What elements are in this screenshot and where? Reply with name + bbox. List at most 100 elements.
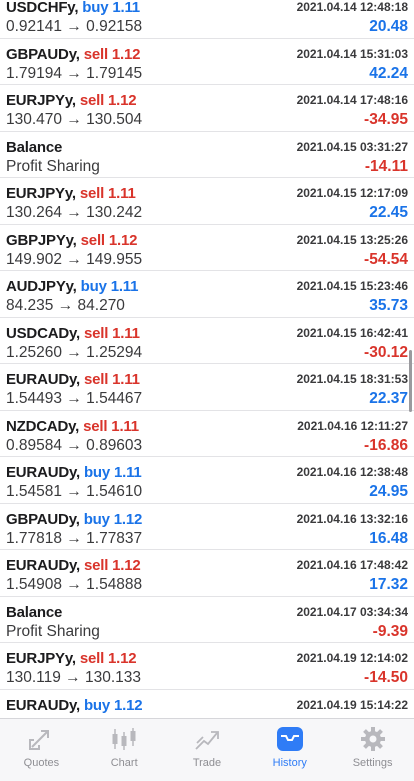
tab-trade[interactable]: Trade <box>166 719 249 781</box>
trade-prices: 1.54581 → 1.54610 <box>6 483 143 500</box>
scrollbar[interactable] <box>409 350 412 412</box>
trade-action: sell 1.11 <box>83 417 139 435</box>
trade-symbol: NZDCADy, <box>6 417 80 435</box>
trade-icon <box>193 726 221 752</box>
tab-label: Chart <box>110 757 138 769</box>
trade-prices: 0.89584 → 0.89603 <box>6 436 143 454</box>
trade-prices: Profit Sharing <box>6 157 100 175</box>
trade-datetime: 2021.04.16 13:32:16 <box>296 511 408 526</box>
history-list[interactable]: USDCHFy, buy 1.11 2021.04.14 12:48:18 0.921… <box>0 0 414 719</box>
history-row[interactable]: Balance 2021.04.17 03:34:34 Profit Sharing… <box>0 597 414 643</box>
history-row[interactable]: USDCHFy, buy 1.11 2021.04.14 12:48:18 0.921… <box>0 0 414 39</box>
history-row[interactable]: EURAUDy, sell 1.11 2021.04.15 18:31:53 1.54… <box>0 364 414 411</box>
trade-action: buy 1.12 <box>83 510 143 528</box>
history-row[interactable]: GBPAUDy, sell 1.12 2021.04.14 15:31:03 1.79… <box>0 39 414 85</box>
trade-prices: 1.54908 → 1.54888 <box>6 576 143 593</box>
trade-profit: 22.37 <box>369 390 408 407</box>
trade-title: GBPAUDy, sell 1.12 <box>6 46 140 63</box>
trade-action: buy 1.11 <box>83 464 142 481</box>
trade-symbol: EURJPYy, <box>6 650 76 667</box>
history-row[interactable]: AUDJPYy, buy 1.11 2021.04.15 15:23:46 84.23… <box>0 271 414 318</box>
trade-datetime: 2021.04.15 12:17:09 <box>296 186 408 200</box>
trade-profit: 42.24 <box>369 64 408 82</box>
trade-action: buy 1.11 <box>82 0 140 16</box>
trade-prices: 1.77818 → 1.77837 <box>6 529 143 547</box>
history-row[interactable]: EURAUDy, sell 1.12 2021.04.16 17:48:42 1.54… <box>0 550 414 597</box>
settings-icon <box>359 726 387 752</box>
trade-profit: 16.48 <box>369 529 408 547</box>
tab-chart[interactable]: Chart <box>83 719 166 781</box>
tab-history[interactable]: History <box>248 719 331 781</box>
trade-symbol: USDCHFy, <box>6 0 79 16</box>
trade-prices: 130.119 → 130.133 <box>6 669 142 686</box>
trade-symbol: GBPAUDy, <box>6 45 80 63</box>
trade-profit: 17.32 <box>369 576 408 593</box>
history-row[interactable]: Balance 2021.04.15 03:31:27 Profit Sharing… <box>0 132 414 178</box>
trade-datetime: 2021.04.16 17:48:42 <box>296 558 408 572</box>
trade-symbol: EURJPYy, <box>6 185 76 202</box>
tab-quotes[interactable]: Quotes <box>0 719 83 781</box>
trade-profit: -9.39 <box>372 622 408 640</box>
history-row[interactable]: EURJPYy, sell 1.12 2021.04.14 17:48:16 130.… <box>0 85 414 132</box>
trade-prices: Profit Sharing <box>6 622 100 640</box>
history-row[interactable]: GBPAUDy, buy 1.12 2021.04.16 13:32:16 1.778… <box>0 504 414 550</box>
trade-symbol: AUDJPYy, <box>6 278 77 295</box>
trade-profit: 35.73 <box>369 297 408 314</box>
trade-profit: -54.54 <box>364 250 408 268</box>
trade-action: sell 1.11 <box>79 185 136 202</box>
trade-title: USDCADy, sell 1.11 <box>6 325 140 342</box>
history-row[interactable]: EURJPYy, sell 1.12 2021.04.19 12:14:02 130.… <box>0 643 414 690</box>
history-row[interactable]: EURAUDy, buy 1.11 2021.04.16 12:38:48 1.545… <box>0 457 414 504</box>
trade-datetime: 2021.04.15 13:25:26 <box>296 232 408 247</box>
trade-datetime: 2021.04.14 17:48:16 <box>296 93 408 107</box>
trade-title: EURJPYy, sell 1.12 <box>6 650 137 667</box>
trade-action: sell 1.12 <box>80 231 138 249</box>
trade-title: GBPJPYy, sell 1.12 <box>6 232 137 249</box>
trade-profit: -14.11 <box>364 157 408 175</box>
tab-label: History <box>272 757 307 769</box>
trade-action: sell 1.11 <box>83 324 140 342</box>
trade-datetime: 2021.04.16 12:38:48 <box>296 465 408 479</box>
history-row[interactable]: GBPJPYy, sell 1.12 2021.04.15 13:25:26 149.… <box>0 225 414 271</box>
trade-action: buy 1.12 <box>83 696 143 714</box>
trade-title: Balance <box>6 139 62 156</box>
trade-prices: 84.235 → 84.270 <box>6 297 125 314</box>
trade-action: buy 1.11 <box>80 278 139 295</box>
trade-profit: 24.95 <box>369 483 408 500</box>
trade-title: USDCHFy, buy 1.11 <box>6 0 140 16</box>
history-row[interactable]: EURJPYy, sell 1.11 2021.04.15 12:17:09 130.… <box>0 178 414 225</box>
history-row[interactable]: EURAUDy,buy 1.122021.04.19 15:14:221.547… <box>0 690 414 720</box>
trade-prices: 1.25260 → 1.25294 <box>6 343 143 361</box>
trade-datetime: 2021.04.19 12:14:02 <box>296 651 408 665</box>
history-row[interactable]: NZDCADy, sell 1.11 2021.04.16 12:11:27 0.89… <box>0 411 414 457</box>
trade-action: sell 1.12 <box>83 45 141 63</box>
trade-title: EURAUDy, sell 1.12 <box>6 557 141 574</box>
trade-profit: -30.12 <box>364 343 408 361</box>
trade-action: sell 1.12 <box>79 92 137 109</box>
trade-profit: -34.95 <box>364 111 408 128</box>
trade-datetime: 2021.04.19 15:14:22 <box>296 697 408 712</box>
trade-prices: 1.54493 → 1.54467 <box>6 390 143 407</box>
tab-settings[interactable]: Settings <box>331 719 414 781</box>
quotes-icon <box>27 726 55 752</box>
trade-datetime: 2021.04.15 16:42:41 <box>296 325 408 340</box>
history-row[interactable]: USDCADy, sell 1.11 2021.04.15 16:42:41 1.25… <box>0 318 414 364</box>
trade-prices: 1.79194 → 1.79145 <box>6 64 143 82</box>
trade-title: EURJPYy, sell 1.11 <box>6 185 136 202</box>
trade-symbol: Balance <box>6 603 63 621</box>
trade-datetime: 2021.04.16 12:11:27 <box>297 418 408 433</box>
trade-title: Balance <box>6 604 62 621</box>
trade-prices: 130.264 → 130.242 <box>6 204 143 221</box>
trade-action: sell 1.12 <box>79 650 137 667</box>
trade-profit: -16.86 <box>364 436 408 454</box>
chart-icon <box>110 726 138 752</box>
trade-symbol: EURAUDy, <box>6 464 80 481</box>
trade-symbol: EURAUDy, <box>6 557 80 574</box>
trade-symbol: GBPAUDy, <box>6 510 80 528</box>
trade-profit: 22.45 <box>369 204 408 221</box>
tab-label: Trade <box>192 757 222 769</box>
trade-datetime: 2021.04.14 15:31:03 <box>296 46 408 61</box>
trade-datetime: 2021.04.15 03:31:27 <box>296 139 408 154</box>
trade-symbol: EURAUDy, <box>6 371 80 388</box>
trade-profit: -14.50 <box>364 669 408 686</box>
